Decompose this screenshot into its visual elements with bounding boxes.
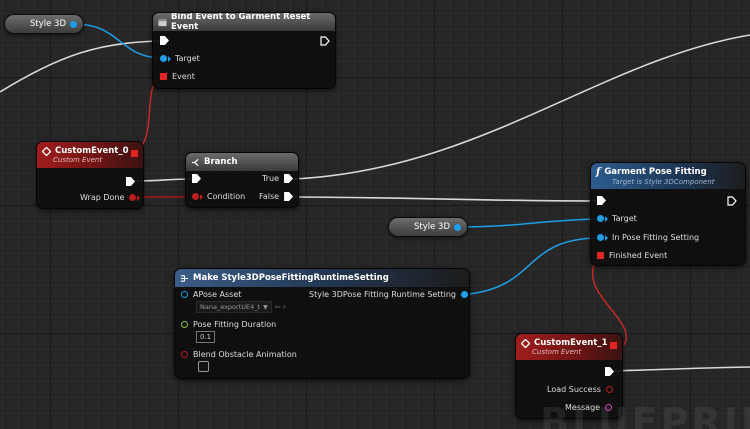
garment-pose-setting-pin[interactable]: In Pose Fitting Setting — [597, 233, 699, 242]
duration-input[interactable]: 0.1 — [196, 331, 216, 343]
custom-event-1-delegate-pin[interactable] — [610, 342, 617, 349]
bind-event-pin[interactable]: Event — [160, 72, 195, 81]
style3d-output-pin[interactable] — [454, 223, 461, 231]
load-success-label: Load Success — [547, 385, 601, 394]
apose-asset-picker[interactable]: Nana_exportUE4_t ▼ ⇦ ⌕ — [196, 301, 286, 313]
style3d-variable-label: Style 3D — [413, 222, 450, 232]
duration-label: Pose Fitting Duration — [193, 320, 277, 329]
style3d-output-pin[interactable] — [70, 20, 77, 28]
event-diamond-icon — [521, 338, 530, 348]
branch-false-label: False — [259, 192, 280, 201]
bind-target-pin[interactable]: Target — [160, 54, 200, 63]
branch-true-pin[interactable]: True — [262, 174, 293, 183]
wire-object-style3d-to-target — [74, 23, 163, 59]
load-success-pin[interactable]: Load Success — [547, 385, 613, 394]
use-asset-arrow-icon[interactable]: ⇦ — [275, 303, 281, 311]
wire-exec-offscreen-to-bind — [0, 40, 162, 93]
duration-pin[interactable]: Pose Fitting Duration — [181, 320, 276, 329]
blend-checkbox-row[interactable] — [198, 361, 209, 372]
custom-event-0-delegate-pin[interactable] — [131, 150, 138, 157]
wire-object-style3d-to-pose-target — [458, 218, 601, 228]
style3d-variable-top[interactable]: Style 3D — [4, 14, 84, 34]
branch-condition-pin[interactable]: Condition — [192, 192, 245, 201]
bind-event-label: Event — [172, 72, 195, 81]
apose-asset-pin[interactable]: APose Asset — [181, 290, 241, 299]
wire-exec-true-offscreen — [293, 34, 750, 180]
garment-pose-setting-label: In Pose Fitting Setting — [612, 233, 700, 242]
wire-delegate-finished-to-event1 — [591, 254, 627, 346]
wire-object-setting-to-pose — [458, 237, 601, 296]
bind-event-title: Bind Event to Garment Reset Event — [171, 12, 311, 32]
exec-out-icon — [727, 196, 737, 206]
branch-condition-label: Condition — [207, 192, 246, 201]
apose-asset-combo[interactable]: Nana_exportUE4_t ▼ — [196, 301, 272, 313]
event-diamond-icon — [42, 146, 51, 156]
custom-event-0-title: CustomEvent_0 — [55, 146, 129, 156]
branch-title: Branch — [204, 157, 238, 167]
custom-event-0-exec-out[interactable] — [126, 177, 135, 186]
garment-pose-finished-pin[interactable]: Finished Event — [597, 251, 667, 260]
branch-icon — [191, 158, 199, 166]
duration-input-row[interactable]: 0.1 — [196, 331, 216, 343]
blend-checkbox[interactable] — [198, 361, 209, 372]
make-setting-header: Make Style3DPoseFittingRuntimeSetting — [175, 269, 469, 287]
branch-exec-in[interactable] — [192, 174, 201, 183]
custom-event-0-subtitle: Custom Event — [53, 156, 103, 164]
garment-pose-target-pin[interactable]: Target — [597, 214, 637, 223]
wire-exec-event1-out — [613, 366, 750, 372]
custom-event-1-subtitle: Custom Event — [532, 348, 582, 356]
custom-event-0-header: CustomEvent_0 Custom Event — [37, 142, 143, 168]
blend-pin[interactable]: Blend Obstacle Animation — [181, 350, 297, 359]
bind-exec-in[interactable] — [160, 36, 169, 45]
wrap-done-label: Wrap Done — [80, 193, 125, 202]
setting-output-label: Style 3DPose Fitting Runtime Setting — [309, 290, 456, 299]
branch-false-pin[interactable]: False — [259, 192, 294, 201]
bind-exec-out[interactable] — [320, 36, 330, 46]
exec-out-icon — [320, 36, 330, 46]
bind-event-header: Bind Event to Garment Reset Event — [153, 12, 335, 32]
branch-header: Branch — [186, 153, 298, 171]
custom-event-0-wrapdone-pin[interactable]: Wrap Done — [80, 193, 141, 202]
apose-asset-label: APose Asset — [193, 290, 242, 299]
browse-search-icon[interactable]: ⌕ — [283, 303, 287, 312]
wire-exec-false-to-pose — [293, 196, 601, 202]
garment-pose-target-label: Target — [612, 214, 637, 223]
make-struct-icon — [180, 274, 189, 282]
style3d-variable-mid[interactable]: Style 3D — [388, 217, 468, 237]
make-setting-title: Make Style3DPoseFittingRuntimeSetting — [193, 273, 389, 283]
setting-output-pin[interactable]: Style 3DPose Fitting Runtime Setting — [309, 290, 468, 299]
chevron-down-icon: ▼ — [263, 303, 268, 311]
apose-asset-value: Nana_exportUE4_t — [200, 303, 261, 311]
garment-pose-subtitle: Target is Style 3DComponent — [612, 177, 715, 186]
custom-event-1-title: CustomEvent_1 — [534, 338, 608, 348]
garment-pose-finished-label: Finished Event — [609, 251, 668, 260]
bind-target-label: Target — [175, 54, 200, 63]
custom-event-1-header: CustomEvent_1 Custom Event — [516, 334, 622, 360]
garment-pose-title: Garment Pose Fitting — [604, 167, 707, 177]
branch-true-label: True — [262, 174, 279, 183]
garment-pose-exec-out[interactable] — [727, 196, 737, 206]
blueprint-watermark: BLUEPRINT — [540, 400, 750, 429]
garment-pose-header: f Garment Pose Fitting Target is Style 3… — [591, 163, 745, 189]
custom-event-1-exec-out[interactable] — [605, 367, 614, 376]
style3d-variable-label: Style 3D — [29, 19, 66, 29]
blend-label: Blend Obstacle Animation — [193, 350, 297, 359]
bind-event-icon — [158, 18, 167, 26]
function-f-icon: f — [596, 166, 601, 178]
garment-pose-exec-in[interactable] — [597, 196, 606, 205]
